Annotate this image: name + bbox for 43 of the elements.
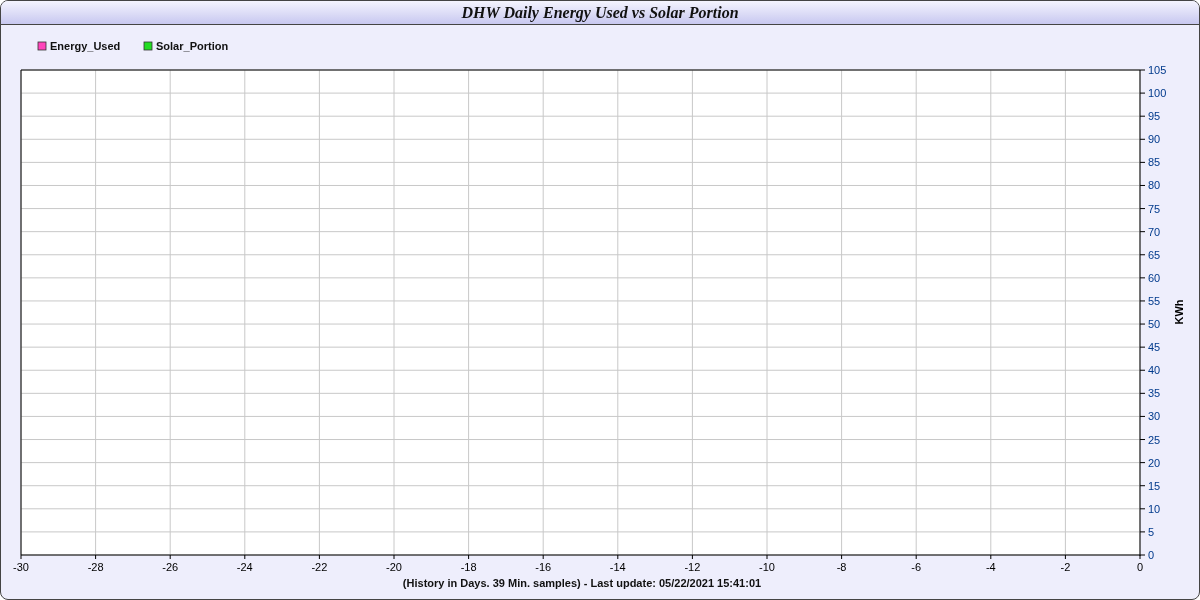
x-tick-label: 0 [1136, 561, 1144, 573]
x-tick-label: -6 [911, 561, 922, 573]
y-tick-label: 25 [1148, 433, 1161, 446]
y-tick-label: 90 [1148, 133, 1161, 146]
y-tick-label: 60 [1148, 271, 1161, 284]
x-tick-label: -10 [759, 561, 775, 573]
y-tick-label: 85 [1148, 156, 1161, 169]
y-tick-label: 5 [1148, 525, 1155, 538]
legend-label: Solar_Portion [156, 40, 229, 52]
x-axis-title: (History in Days. 39 Min. samples) - Last update: 05/22/2021 15:41:01 [402, 577, 762, 589]
legend-label: Energy_Used [50, 40, 121, 52]
x-tick-label: -24 [236, 561, 253, 573]
x-tick-label: -4 [985, 561, 996, 573]
y-tick-label: 80 [1148, 179, 1161, 192]
x-tick-label: -12 [684, 561, 701, 573]
y-tick-label: 45 [1148, 341, 1161, 354]
x-tick-label: -22 [311, 561, 328, 573]
x-tick-label: -20 [386, 561, 402, 573]
y-tick-label: 50 [1148, 318, 1161, 331]
y-tick-label: 65 [1148, 248, 1161, 261]
y-tick-label: 100 [1148, 87, 1167, 100]
y-axis-title: KWh [1172, 299, 1185, 325]
x-tick-label: -18 [460, 561, 477, 573]
x-tick-label: -30 [13, 561, 29, 573]
y-tick-label: 30 [1148, 410, 1161, 423]
y-tick-label: 70 [1148, 225, 1161, 238]
y-tick-label: 40 [1148, 364, 1161, 377]
y-tick-label: 95 [1148, 110, 1161, 123]
y-tick-label: 55 [1148, 294, 1161, 307]
x-tick-label: -8 [836, 561, 847, 573]
y-tick-label: 75 [1148, 202, 1161, 215]
y-tick-label: 105 [1148, 64, 1167, 76]
y-tick-label: 20 [1148, 456, 1161, 469]
x-tick-label: -28 [87, 561, 104, 573]
chart-title: DHW Daily Energy Used vs Solar Portion [461, 3, 739, 22]
y-tick-label: 15 [1148, 479, 1161, 492]
x-tick-label: -2 [1060, 561, 1071, 573]
y-tick-label: 35 [1148, 387, 1161, 400]
x-tick-label: -16 [535, 561, 552, 573]
x-tick-label: -14 [609, 561, 626, 573]
y-tick-label: 0 [1148, 549, 1155, 561]
x-tick-label: -26 [162, 561, 179, 573]
y-tick-label: 10 [1148, 502, 1161, 515]
